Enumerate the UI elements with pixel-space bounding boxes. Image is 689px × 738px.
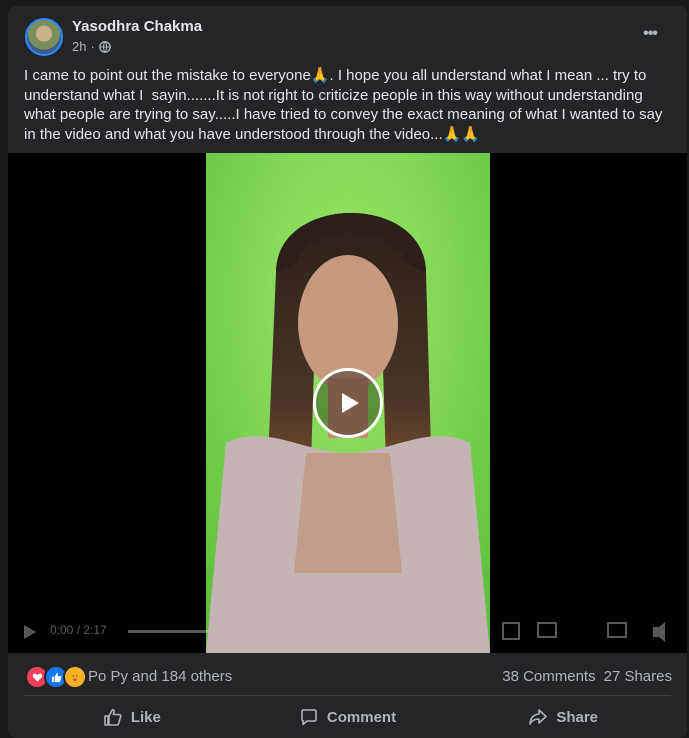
reaction-summary[interactable]: Po Py and 184 others — [88, 668, 232, 685]
author-name[interactable]: Yasodhra Chakma — [72, 18, 202, 35]
divider — [24, 695, 671, 696]
share-label: Share — [556, 708, 599, 726]
reactions-bar: Po Py and 184 others 38 Comments 27 Shar… — [8, 663, 687, 689]
comment-label: Comment — [326, 708, 397, 726]
action-bar: Like Comment Share — [24, 700, 671, 734]
post-card: Yasodhra Chakma 2h · ••• I came to point… — [8, 6, 687, 738]
post-time[interactable]: 2h — [72, 39, 86, 54]
care-icon — [63, 665, 87, 689]
comment-button[interactable]: Comment — [240, 700, 456, 734]
comment-icon — [301, 709, 317, 726]
more-icon[interactable]: ••• — [635, 22, 665, 46]
video-controls: 0:00 / 2:17 — [8, 609, 687, 653]
globe-icon[interactable] — [98, 40, 111, 53]
reaction-icons[interactable] — [25, 665, 87, 689]
video-time: 0:00 / 2:17 — [50, 623, 107, 637]
post-text: I came to point out the mistake to every… — [24, 67, 667, 143]
avatar[interactable] — [25, 18, 63, 56]
share-button[interactable]: Share — [455, 700, 671, 734]
thumbs-up-icon — [104, 708, 122, 726]
post-header: Yasodhra Chakma 2h · ••• — [8, 6, 687, 68]
video-player[interactable]: 0:00 / 2:17 — [8, 153, 687, 653]
share-icon — [529, 709, 548, 725]
comments-count[interactable]: 38 Comments — [502, 668, 595, 685]
play-icon[interactable] — [313, 368, 383, 438]
meta-separator: · — [90, 39, 95, 54]
like-button[interactable]: Like — [24, 700, 240, 734]
post-meta: 2h · — [72, 39, 111, 54]
like-label: Like — [130, 708, 161, 726]
engagement-counts: 38 Comments 27 Shares — [502, 668, 672, 685]
shares-count[interactable]: 27 Shares — [604, 668, 672, 685]
